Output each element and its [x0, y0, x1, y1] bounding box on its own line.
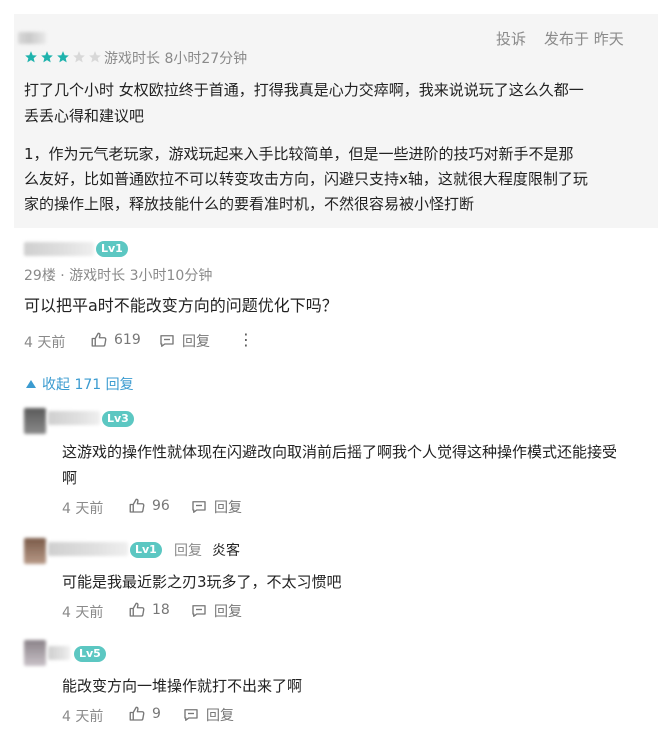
- thumbs-up-icon: [91, 332, 107, 347]
- reply-reply-button[interactable]: 回复: [190, 497, 242, 517]
- reply-time: 4 天前: [62, 501, 104, 517]
- floor-like-count: 619: [114, 332, 141, 348]
- report-link[interactable]: 投诉: [496, 28, 526, 49]
- floor-meta: 29楼 · 游戏时长 3小时10分钟: [24, 268, 213, 284]
- review-paragraph-2-line-2: 么友好，比如普通欧拉不可以转变攻击方向，闪避只支持x轴，这就很大程度限制了玩: [24, 170, 588, 188]
- star-empty-icon: [89, 51, 101, 63]
- posted-time: 发布于 昨天: [544, 30, 624, 48]
- thumbs-up-icon: [129, 498, 145, 513]
- floor-like-button[interactable]: 619: [90, 331, 141, 349]
- reply-name[interactable]: [48, 646, 70, 660]
- review-paragraph-2-line-1: 1，作为元气老玩家，游戏玩起来入手比较简单，但是一些进阶的技巧对新手不是那: [24, 145, 574, 163]
- level-badge: Lv3: [102, 411, 134, 427]
- star-filled-icon: [57, 51, 69, 63]
- review-paragraph-2-line-3: 家的操作上限，释放技能什么的要看准时机，不然很容易被小怪打断: [24, 195, 475, 213]
- floor-commenter-name[interactable]: [24, 242, 94, 256]
- level-badge: Lv5: [74, 646, 106, 662]
- collapse-label: 收起 171 回复: [42, 377, 134, 393]
- comment-icon: [192, 501, 206, 513]
- thumbs-up-icon: [129, 602, 145, 617]
- reply-to-name[interactable]: 炎客: [212, 540, 240, 560]
- reply-like-button[interactable]: 18: [128, 601, 170, 619]
- star-filled-icon: [25, 51, 37, 63]
- review-play-time: 游戏时长 8小时27分钟: [104, 51, 248, 67]
- floor-reply-button[interactable]: 回复: [158, 331, 210, 351]
- rating-stars: [24, 50, 102, 64]
- reply-name[interactable]: [48, 411, 100, 425]
- reply-reply-button[interactable]: 回复: [190, 601, 242, 621]
- floor-comment-text: 可以把平a时不能改变方向的问题优化下吗？: [24, 296, 338, 315]
- reply-reply-button[interactable]: 回复: [182, 705, 234, 725]
- reply-like-count: 96: [152, 498, 170, 514]
- reply-text-line-1: 这游戏的操作性就体现在闪避改向取消前后摇了啊我个人觉得这种操作模式还能接受: [62, 443, 618, 461]
- reply-like-button[interactable]: 9: [128, 705, 161, 723]
- comment-icon: [160, 335, 174, 347]
- star-filled-icon: [41, 51, 53, 63]
- reply-avatar[interactable]: [24, 408, 46, 434]
- comment-icon: [184, 709, 198, 721]
- reviewer-avatar: [18, 32, 46, 44]
- reply-time: 4 天前: [62, 709, 104, 725]
- reply-reply-label: 回复: [206, 708, 234, 724]
- star-empty-icon: [73, 51, 85, 63]
- reply-text-line-1: 可能是我最近影之刃3玩多了，不太习惯吧: [62, 573, 342, 591]
- reply-like-count: 9: [152, 706, 161, 722]
- level-badge: Lv1: [130, 542, 162, 558]
- floor-time: 4 天前: [24, 335, 66, 351]
- reply-to-label: 回复: [174, 543, 202, 559]
- level-badge: Lv1: [96, 241, 128, 257]
- reply-name[interactable]: [48, 542, 128, 556]
- reply-text-line-2: 啊: [62, 469, 78, 487]
- triangle-up-icon: [26, 380, 36, 388]
- reply-avatar[interactable]: [24, 640, 46, 666]
- reply-time: 4 天前: [62, 605, 104, 621]
- review-paragraph-1-line-1: 打了几个小时 女权欧拉终于首通，打得我真是心力交瘁啊，我来说说玩了这么久都一: [24, 81, 584, 99]
- reply-avatar[interactable]: [24, 538, 46, 564]
- reply-like-button[interactable]: 96: [128, 497, 170, 515]
- review-paragraph-1-line-2: 丢丢心得和建议吧: [24, 107, 145, 125]
- comment-icon: [192, 605, 206, 617]
- thumbs-up-icon: [129, 706, 145, 721]
- collapse-replies-link[interactable]: 收起 171 回复: [24, 374, 134, 394]
- reply-reply-label: 回复: [214, 500, 242, 516]
- more-options-icon[interactable]: ⋮: [238, 330, 254, 349]
- reply-text-line-1: 能改变方向一堆操作就打不出来了啊: [62, 677, 303, 695]
- reply-like-count: 18: [152, 602, 170, 618]
- reply-reply-label: 回复: [214, 604, 242, 620]
- floor-reply-label: 回复: [182, 334, 210, 350]
